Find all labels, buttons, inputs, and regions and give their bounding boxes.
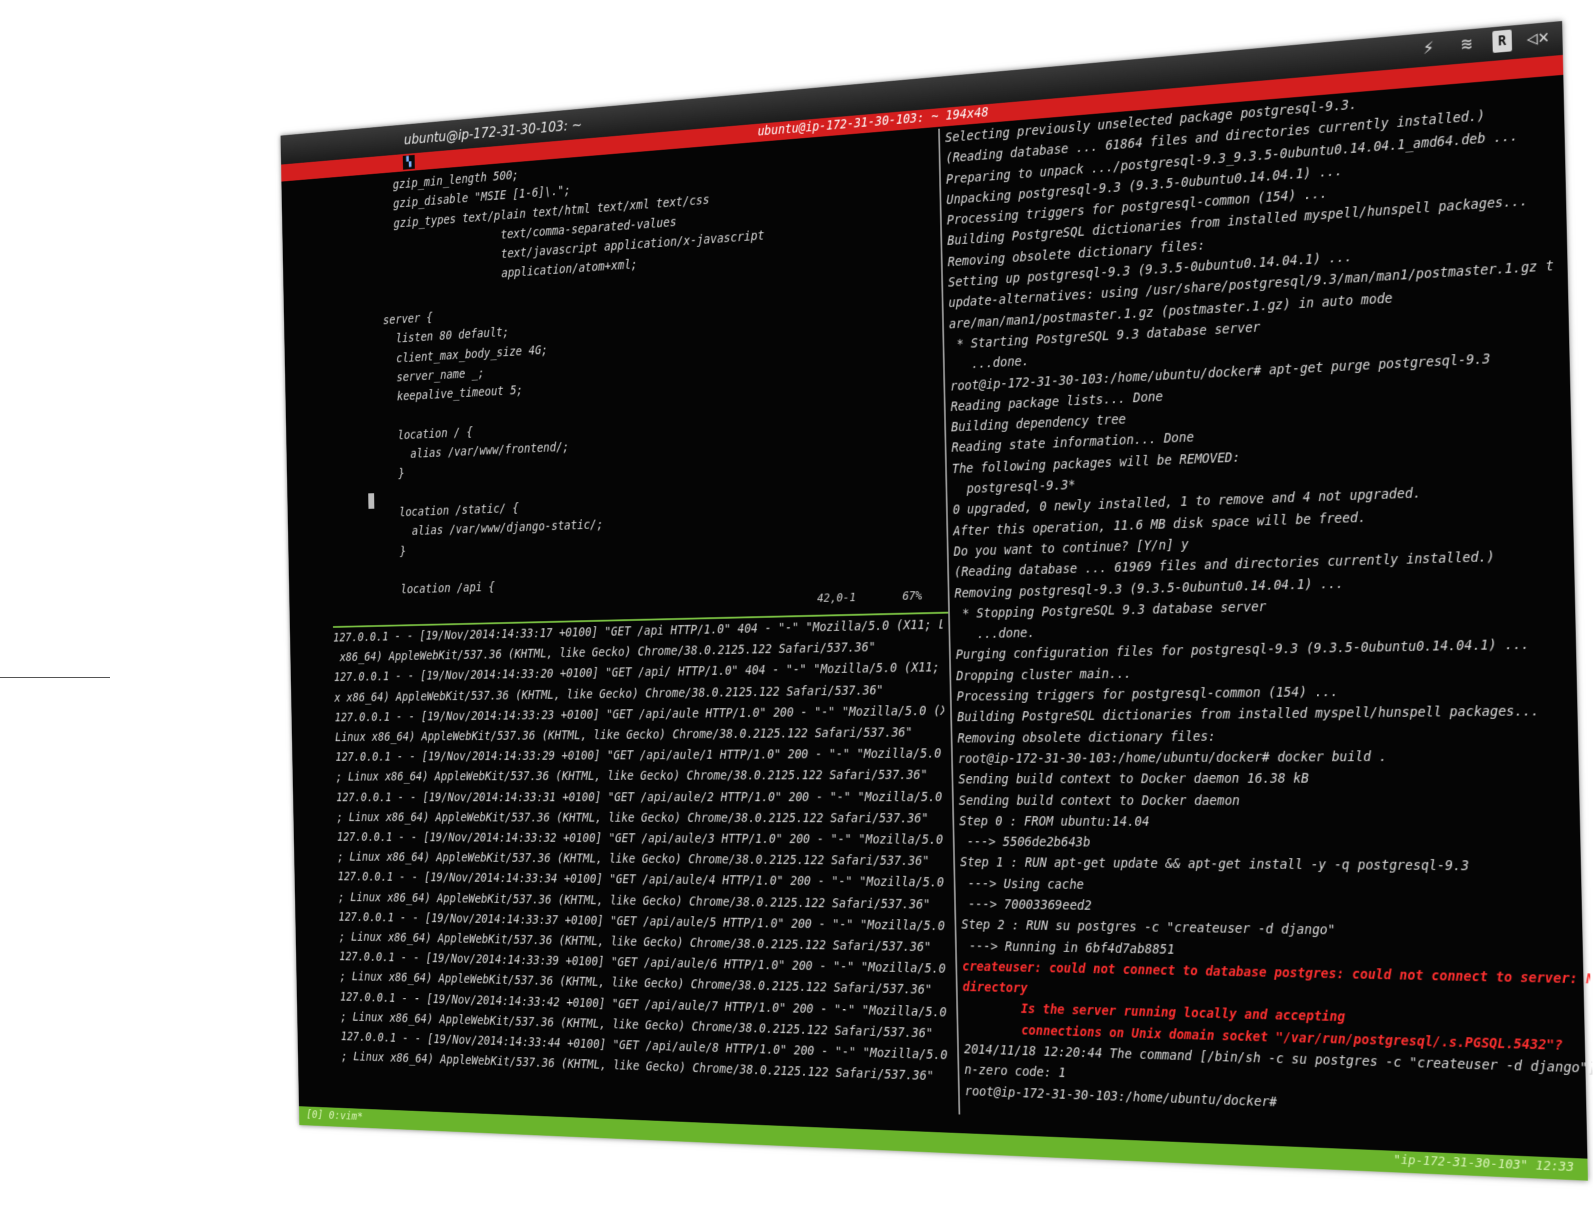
- power-icon[interactable]: ⚡: [1416, 36, 1441, 60]
- log-line: 127.0.0.1 - - [19/Nov/2014:14:33:29 +010…: [335, 746, 953, 765]
- system-tray: ⚡ ≋ R ◁×: [1416, 26, 1551, 60]
- terminal-line: Sending build context to Docker daemon: [958, 792, 1240, 809]
- terminal-icon: ▚: [402, 154, 415, 170]
- vim-scroll-percent: 67%: [902, 589, 923, 604]
- keyboard-layout-icon[interactable]: R: [1492, 29, 1513, 53]
- tmux-window-list[interactable]: [0] 0:vim*: [306, 1108, 363, 1123]
- log-line: 127.0.0.1 - - [19/Nov/2014:14:33:31 +010…: [336, 789, 953, 805]
- shell-pane[interactable]: Selecting previously unselected package …: [939, 76, 1593, 1139]
- annotation-leader-line: [0, 677, 110, 678]
- terminal-line: Sending build context to Docker daemon 1…: [958, 771, 1309, 788]
- volume-mute-icon[interactable]: ◁×: [1525, 26, 1551, 50]
- log-line: ; Linux x86_64) AppleWebKit/537.36 (KHTM…: [336, 810, 929, 826]
- vim-ruler: 42,0-1 67%: [817, 589, 922, 605]
- vim-scrollbar-marker: [368, 493, 375, 509]
- terminal-line: Step 0 : FROM ubuntu:14.04: [959, 813, 1150, 830]
- log-line: ; Linux x86_64) AppleWebKit/537.36 (KHTM…: [335, 768, 928, 785]
- access-log-pane[interactable]: 127.0.0.1 - - [19/Nov/2014:14:33:17 +010…: [333, 615, 952, 1098]
- tmux-host-clock: "ip-172-31-30-103" 12:33: [1393, 1152, 1575, 1176]
- terminal-line: root@ip-172-31-30-103:/home/ubuntu/docke…: [957, 749, 1387, 767]
- terminal-window: ubuntu@ip-172-31-30-103: ~ ⚡ ≋ R ◁× ▚ ub…: [280, 21, 1593, 1181]
- wifi-icon[interactable]: ≋: [1454, 32, 1479, 56]
- vim-editor-pane[interactable]: gzip_min_length 500; gzip_disable "MSIE …: [368, 131, 942, 626]
- vim-cursor-position: 42,0-1: [817, 590, 856, 606]
